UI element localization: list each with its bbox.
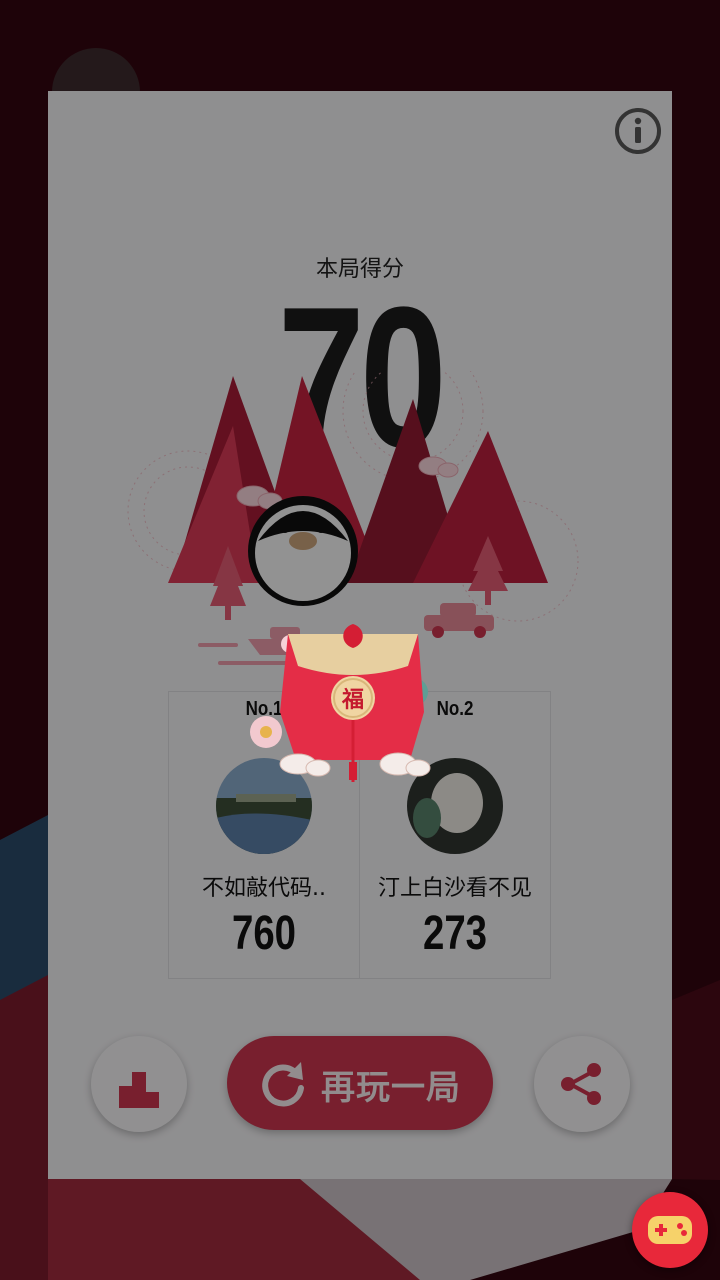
replay-icon	[262, 1062, 304, 1107]
player-name: 不如敲代码..	[202, 876, 326, 901]
player-name: 汀上白沙看不见	[377, 876, 532, 901]
penguin-avatar	[248, 496, 358, 606]
player-score: 760	[231, 907, 297, 960]
red-envelope[interactable]: 福	[228, 622, 438, 797]
player-score: 273	[422, 907, 488, 960]
info-icon[interactable]	[614, 107, 662, 155]
replay-button[interactable]: 再玩一局	[227, 1036, 493, 1130]
gamepad-icon	[648, 1216, 692, 1244]
share-button[interactable]	[534, 1036, 630, 1132]
replay-label: 再玩一局	[321, 1068, 461, 1108]
podium-icon	[119, 1072, 159, 1108]
envelope-character: 福	[341, 688, 364, 713]
share-icon	[561, 1063, 601, 1105]
ranking-button[interactable]	[91, 1036, 187, 1132]
game-center-button[interactable]	[632, 1192, 708, 1268]
